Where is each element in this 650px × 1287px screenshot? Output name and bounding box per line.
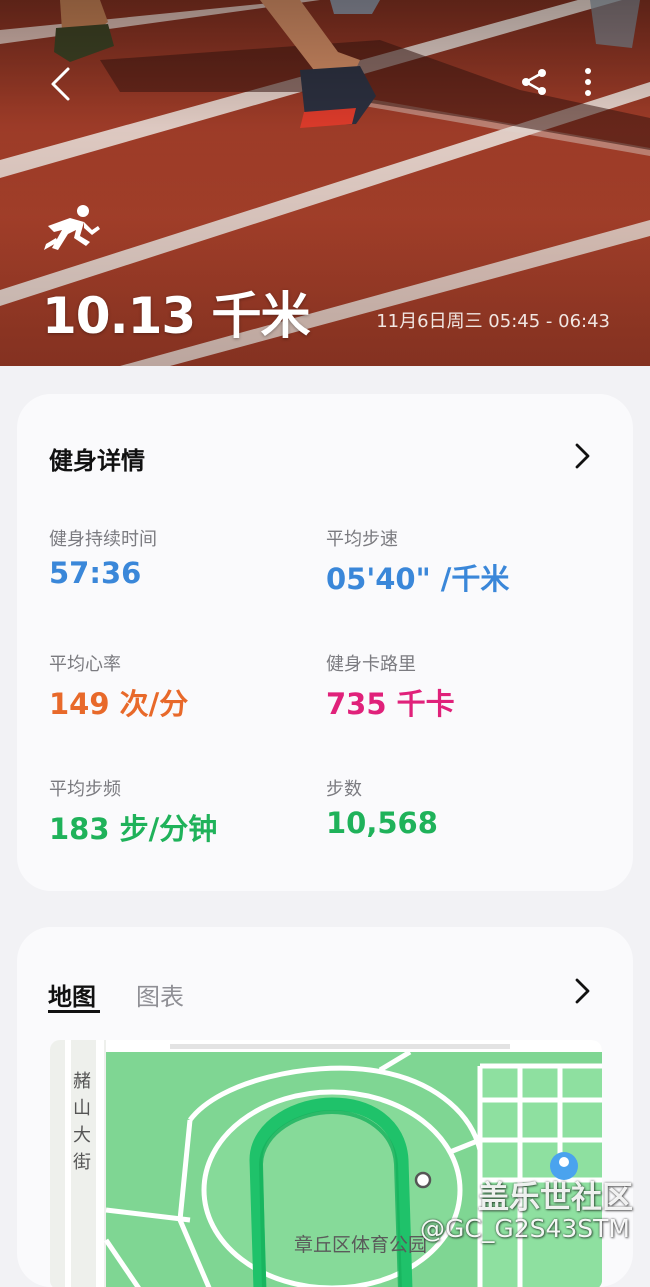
steps-value: 10,568: [326, 806, 438, 840]
route-map[interactable]: 赭山大街 章丘区体育公园: [50, 1040, 602, 1287]
avg-cadence-label: 平均步频: [49, 779, 121, 800]
active-tab-indicator: [48, 1010, 100, 1013]
workout-datetime: 11月6日周三 05:45 - 06:43: [376, 311, 610, 332]
park-label: 章丘区体育公园: [294, 1234, 428, 1256]
duration-label: 健身持续时间: [49, 529, 157, 550]
community-watermark: 盖乐世社区: [478, 1180, 633, 1216]
share-button[interactable]: [512, 58, 556, 106]
calories-label: 健身卡路里: [326, 654, 416, 675]
avg-heart-rate-label: 平均心率: [49, 654, 121, 675]
workout-details-card: 健身详情 健身持续时间 57:36 平均步速 05'40" /千米 平均心率 1…: [17, 394, 633, 891]
map-chevron-right-icon[interactable]: [571, 977, 595, 1005]
calories-value: 735 千卡: [326, 687, 455, 721]
more-vertical-icon: [585, 68, 591, 96]
tab-chart[interactable]: 图表: [136, 977, 184, 1012]
user-watermark: @GC_G2S43STM: [420, 1214, 630, 1243]
avg-pace-value: 05'40" /千米: [326, 562, 510, 596]
more-options-button[interactable]: [570, 58, 606, 106]
steps-label: 步数: [326, 779, 362, 800]
details-chevron-right-icon[interactable]: [571, 442, 595, 470]
avg-cadence-value: 183 步/分钟: [49, 812, 218, 846]
total-distance: 10.13 千米: [42, 287, 311, 345]
tab-map[interactable]: 地图: [48, 977, 96, 1012]
avg-pace-label: 平均步速: [326, 529, 398, 550]
back-button[interactable]: [36, 60, 84, 108]
running-icon: [44, 205, 100, 250]
street-label: 赭山大街: [73, 1071, 91, 1173]
details-title: 健身详情: [49, 447, 145, 475]
back-arrow-icon: [51, 67, 70, 101]
duration-value: 57:36: [49, 556, 142, 590]
avg-heart-rate-value: 149 次/分: [49, 687, 189, 721]
share-icon: [522, 69, 546, 95]
